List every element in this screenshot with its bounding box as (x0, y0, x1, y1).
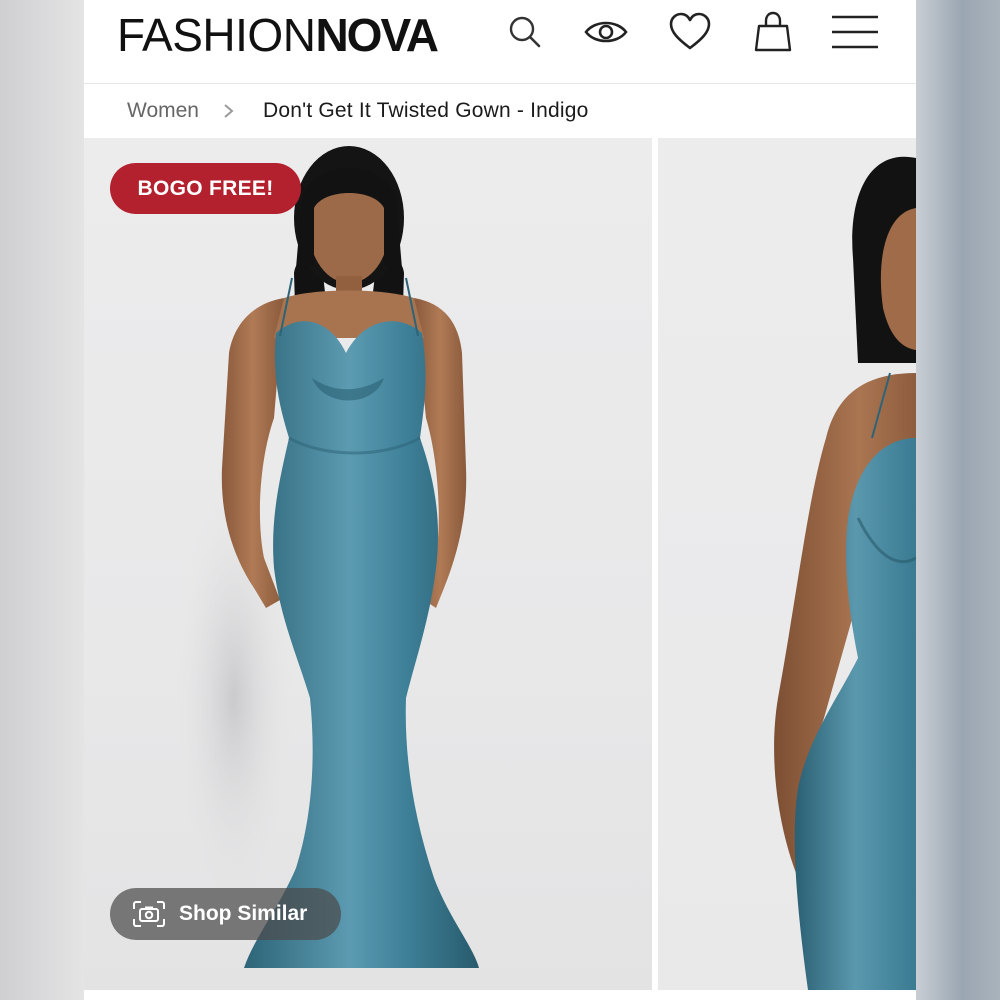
breadcrumb: Women Don't Get It Twisted Gown - Indigo (84, 85, 916, 137)
model-illustration (174, 146, 479, 968)
bogo-badge: BOGO FREE! (110, 163, 301, 214)
eye-icon (584, 21, 628, 43)
wishlist-button[interactable] (665, 10, 715, 54)
brand-logo[interactable]: FASHIONNOVA (117, 8, 439, 62)
shopping-bag-icon (754, 11, 792, 52)
site-header: FASHIONNOVA (84, 0, 916, 84)
heart-icon (669, 12, 711, 50)
product-gallery[interactable]: BOGO FREE! Shop Similar (84, 138, 916, 1000)
logo-text-bold: NOVA (315, 9, 438, 61)
shop-similar-button[interactable]: Shop Similar (110, 888, 341, 940)
menu-button[interactable] (830, 10, 880, 54)
camera-icon (133, 901, 165, 927)
product-image-secondary[interactable] (658, 138, 916, 990)
chevron-right-icon (223, 103, 235, 119)
breadcrumb-women-link[interactable]: Women (127, 99, 199, 123)
background-right (916, 0, 1000, 1000)
search-button[interactable] (500, 10, 550, 54)
background-left (0, 0, 84, 1000)
menu-icon (832, 15, 878, 49)
view-button[interactable] (581, 10, 631, 54)
cart-button[interactable] (748, 10, 798, 54)
logo-text-light: FASHION (117, 9, 316, 61)
search-icon (509, 16, 541, 48)
shop-similar-label: Shop Similar (179, 902, 308, 925)
product-image-main[interactable]: BOGO FREE! Shop Similar (84, 138, 652, 990)
app-screen: FASHIONNOVA Women Don't Get It Twisted G… (84, 0, 916, 1000)
model-closeup-illustration (774, 156, 916, 990)
breadcrumb-current: Don't Get It Twisted Gown - Indigo (262, 99, 589, 122)
